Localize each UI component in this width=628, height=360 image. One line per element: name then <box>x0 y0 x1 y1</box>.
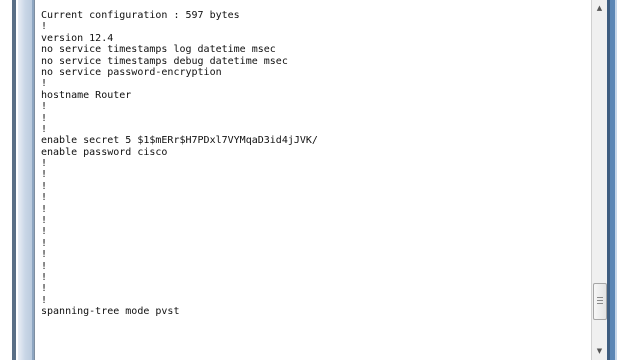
terminal-line: no service password-encryption <box>41 66 222 78</box>
terminal-line: ! <box>41 249 48 261</box>
vertical-scrollbar[interactable]: ▲ ▼ <box>591 0 607 360</box>
terminal-line: ! <box>41 180 48 192</box>
terminal-line: ! <box>41 123 48 135</box>
terminal-line: hostname Router <box>41 89 132 101</box>
cli-terminal-output[interactable]: Current configuration : 597 bytes ! vers… <box>34 0 591 360</box>
terminal-line: ! <box>41 215 48 227</box>
terminal-line: no service timestamps debug datetime mse… <box>41 55 288 67</box>
terminal-line: ! <box>41 169 48 181</box>
terminal-line: enable secret 5 $1$mERr$H7PDxl7VYMqaD3id… <box>41 135 318 147</box>
scroll-down-icon[interactable]: ▼ <box>592 344 607 358</box>
terminal-line: ! <box>41 21 48 33</box>
terminal-line: ! <box>41 101 48 113</box>
terminal-line: version 12.4 <box>41 32 114 44</box>
terminal-line: ! <box>41 158 48 170</box>
grip-line <box>597 297 603 298</box>
terminal-line: Current configuration : 597 bytes <box>41 10 240 21</box>
terminal-line: spanning-tree mode pvst <box>41 306 180 318</box>
terminal-lines: Current configuration : 597 bytes ! vers… <box>41 10 318 318</box>
terminal-line: ! <box>41 283 48 295</box>
grip-line <box>597 300 603 301</box>
window-right-edge <box>615 0 617 360</box>
terminal-line: ! <box>41 294 48 306</box>
scrollbar-thumb[interactable] <box>593 283 607 320</box>
terminal-line: ! <box>41 260 48 272</box>
terminal-line: no service timestamps log datetime msec <box>41 44 276 56</box>
terminal-line: enable password cisco <box>41 146 168 158</box>
terminal-line: ! <box>41 237 48 249</box>
terminal-line: ! <box>41 226 48 238</box>
terminal-line: ! <box>41 271 48 283</box>
window-left-border <box>12 0 16 360</box>
grip-line <box>597 303 603 304</box>
terminal-line: ! <box>41 112 48 124</box>
terminal-line: ! <box>41 203 48 215</box>
terminal-line: ! <box>41 78 48 90</box>
scroll-up-icon[interactable]: ▲ <box>592 1 607 15</box>
terminal-line: ! <box>41 192 48 204</box>
